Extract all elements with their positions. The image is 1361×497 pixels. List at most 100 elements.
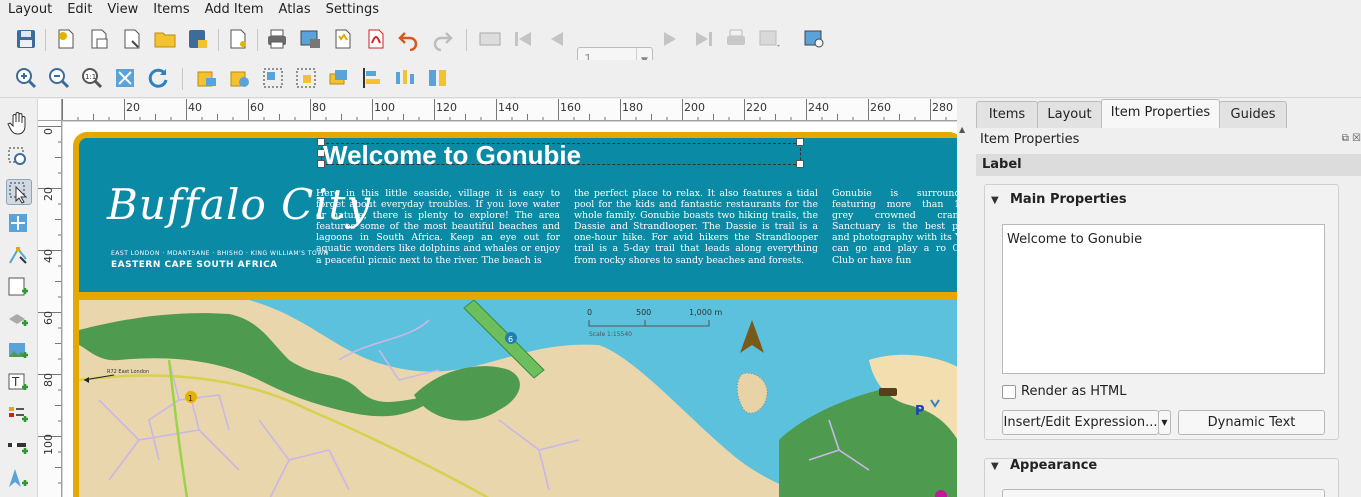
label-text-editor[interactable]: Welcome to Gonubie [1002,224,1325,374]
collapse-arrow-icon[interactable]: ▼ [991,461,999,472]
tab-layout[interactable]: Layout [1037,101,1102,128]
print-button[interactable] [265,27,291,53]
add-north-arrow-tool[interactable] [6,467,32,493]
move-content-tool[interactable] [6,211,32,237]
save-layout-button[interactable] [14,27,40,53]
h-tick-label: 100 [374,101,395,114]
new-layout-icon [58,29,74,49]
edit-nodes-icon [9,247,27,264]
lock-items-button[interactable] [195,66,221,92]
text-column-1[interactable]: Here in this little seaside, village it … [316,188,560,266]
edit-nodes-tool[interactable] [6,243,32,269]
text-column-2[interactable]: the perfect place to relax. It also feat… [574,188,818,266]
h-tick-label: 160 [560,101,581,114]
zoom-out-button[interactable] [47,66,73,92]
open-template-button[interactable] [153,27,179,53]
export-image-button[interactable] [298,27,324,53]
zoom-in-button[interactable] [14,66,40,92]
new-layout-button[interactable] [54,27,80,53]
marker-6: 6 [508,335,513,344]
tab-guides[interactable]: Guides [1219,101,1287,128]
v-tick-label: 80 [42,373,55,387]
print-atlas-button[interactable] [724,27,750,53]
menu-edit[interactable]: Edit [59,0,99,20]
map-render: 1 6 0 500 1,000 m Scale 1:15540 R72 East… [79,300,957,497]
appearance-font-combo[interactable] [1002,489,1325,497]
collapse-arrow-icon[interactable]: ▼ [991,195,999,206]
first-icon [515,32,531,46]
pan-tool[interactable] [6,111,32,137]
distribute-items-button[interactable] [393,66,419,92]
insert-expression-button[interactable]: Insert/Edit Expression... [1002,410,1159,435]
export-svg-button[interactable] [331,27,357,53]
main-properties-header[interactable]: Main Properties [1010,192,1127,207]
dynamic-text-button[interactable]: Dynamic Text [1178,410,1325,435]
scroll-up-icon[interactable]: ▲ [959,125,965,134]
distribute-icon [396,70,414,84]
redo-button[interactable] [430,27,456,53]
zoom-actual-button[interactable]: 1:1 [80,66,106,92]
tab-items[interactable]: Items [976,101,1038,128]
canvas-vertical-scrollbar[interactable]: ▲ [957,121,969,497]
item-properties-panel: Items Layout Item Properties Guides Item… [973,99,1361,497]
item-type-label: Label [976,154,1361,176]
menu-items[interactable]: Items [145,0,196,20]
menu-settings[interactable]: Settings [318,0,386,20]
zoom-tool[interactable] [6,145,32,171]
expression-dropdown-button[interactable]: ▼ [1158,410,1171,435]
resize-items-button[interactable] [426,66,452,92]
previous-feature-button[interactable] [545,27,571,53]
raise-items-button[interactable] [327,66,353,92]
layout-toolbar: 1 ▼ [0,21,1361,75]
layout-manager-button[interactable] [120,27,146,53]
add-map-tool[interactable] [6,275,32,301]
add-scalebar-tool[interactable] [6,435,32,461]
menu-layout[interactable]: Layout [0,0,59,20]
select-move-tool[interactable] [6,179,32,205]
layout-canvas[interactable]: Buffalo City EAST LONDON · MDANTSANE · B… [62,121,957,497]
horizontal-ruler[interactable]: 20 40 60 80 100 120 140 160 180 200 220 … [62,99,957,121]
add-legend-tool[interactable] [6,403,32,429]
last-feature-button[interactable] [692,27,718,53]
first-feature-button[interactable] [511,27,537,53]
vertical-ruler[interactable]: 0 20 40 60 80 100 [38,121,62,497]
add-3d-map-tool[interactable] [6,307,32,333]
resize-handle[interactable] [796,138,804,146]
atlas-settings-icon [804,30,824,48]
panel-scrollbar[interactable] [1347,179,1361,497]
menu-atlas[interactable]: Atlas [271,0,318,20]
ungroup-items-button[interactable] [294,66,320,92]
add-picture-tool[interactable] [6,339,32,365]
zoom-full-button[interactable] [113,66,139,92]
panel-float-buttons[interactable]: ⧉ ☒ [1342,133,1361,144]
label-item-title[interactable]: Welcome to Gonubie [323,140,581,171]
add-label-tool[interactable]: T [6,371,32,397]
h-tick-label: 260 [870,101,891,114]
refresh-button[interactable] [146,66,172,92]
menu-view[interactable]: View [99,0,145,20]
render-html-checkbox[interactable] [1002,385,1016,399]
appearance-header[interactable]: Appearance [1010,458,1097,473]
map-item[interactable]: 1 6 0 500 1,000 m Scale 1:15540 R72 East… [79,300,957,497]
group-items-button[interactable] [261,66,287,92]
logo-towns: EAST LONDON · MDANTSANE · BHISHO · KING … [111,250,329,257]
atlas-settings-button[interactable] [802,27,828,53]
text-column-3[interactable]: Gonubie is surrounded featuring more tha… [832,188,957,266]
toolbox: T [0,99,38,497]
undo-button[interactable] [397,27,423,53]
align-items-button[interactable] [360,66,386,92]
v-tick-label: 20 [42,187,55,201]
tab-item-properties[interactable]: Item Properties [1101,99,1220,128]
atlas-preview-button[interactable] [478,27,504,53]
raise-icon [329,70,347,85]
next-feature-button[interactable] [658,27,684,53]
export-atlas-button[interactable] [757,27,783,53]
unlock-items-button[interactable] [228,66,254,92]
resize-handle[interactable] [796,160,804,168]
new-page-button[interactable] [226,27,252,53]
duplicate-layout-button[interactable] [87,27,113,53]
save-template-button[interactable] [186,27,212,53]
menu-add-item[interactable]: Add Item [197,0,271,20]
export-pdf-button[interactable] [364,27,390,53]
lock-icon [197,71,216,87]
